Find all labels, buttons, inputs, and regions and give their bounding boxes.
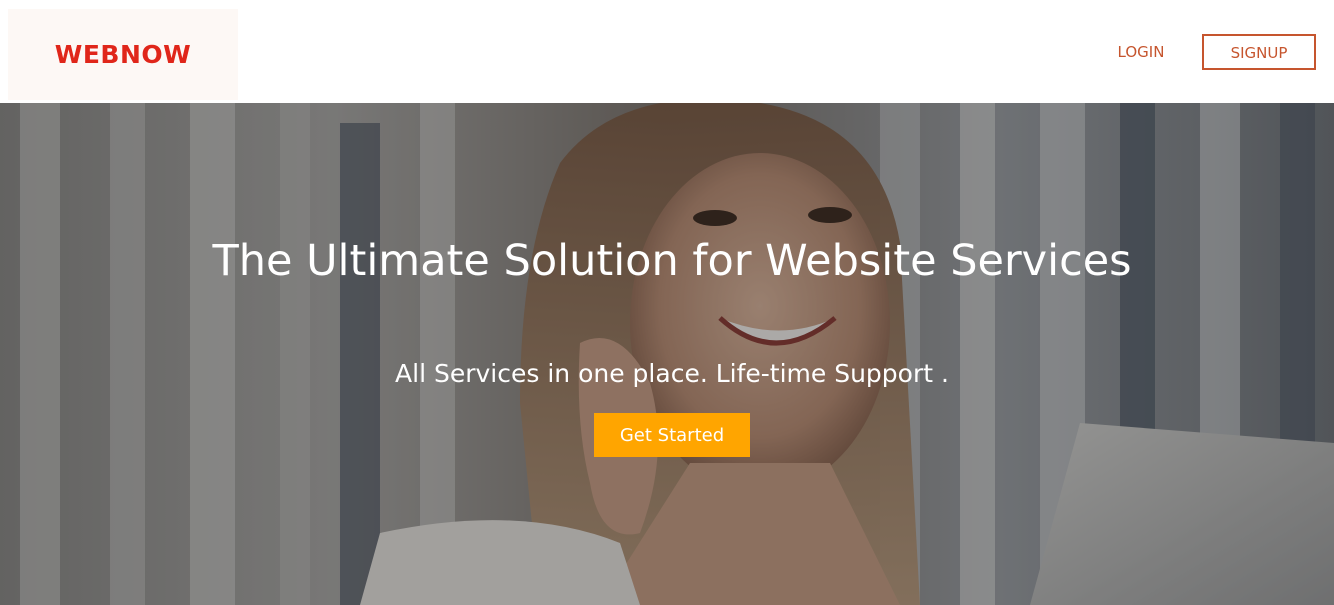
hero-overlay [0, 103, 1334, 605]
login-link[interactable]: LOGIN [1106, 40, 1176, 64]
get-started-button[interactable]: Get Started [594, 413, 750, 457]
logo[interactable]: WEBNOW [8, 9, 238, 100]
logo-text: WEBNOW [54, 40, 192, 69]
signup-button[interactable]: SIGNUP [1202, 34, 1316, 70]
hero-section: The Ultimate Solution for Website Servic… [0, 103, 1334, 605]
hero-subtitle: All Services in one place. Life-time Sup… [395, 359, 949, 388]
top-navbar: WEBNOW LOGIN SIGNUP [0, 0, 1334, 103]
hero-title: The Ultimate Solution for Website Servic… [212, 236, 1132, 286]
